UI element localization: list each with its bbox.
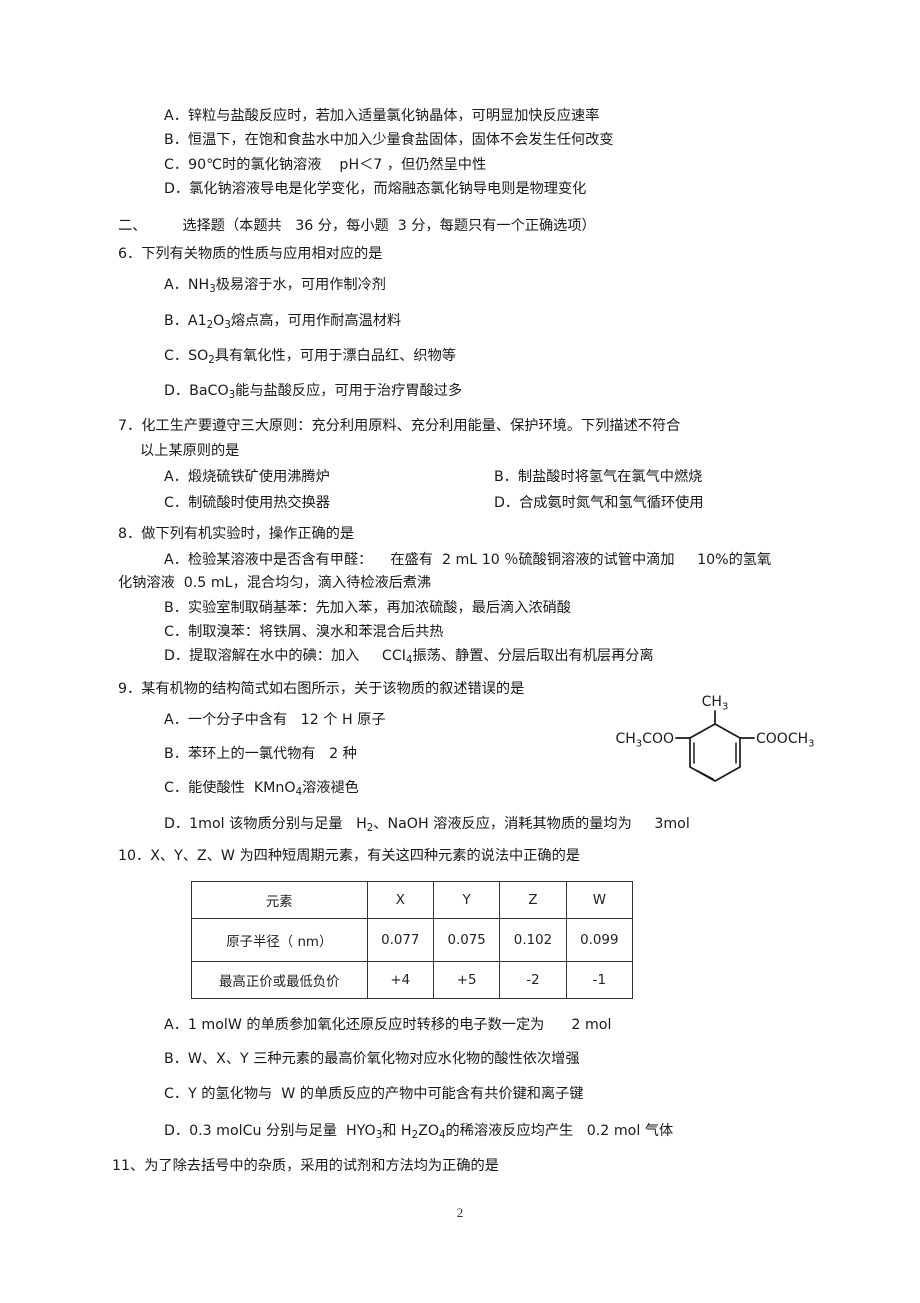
q9-option-d-suffix: 、NaOH 溶液反应，消耗其物质的量均为 3mol [373,815,690,832]
q8-stem: 8．做下列有机实验时，操作正确的是 [118,526,355,543]
q6-option-a-prefix: A．NH [164,277,210,294]
structure-top-label: CH3 [702,694,729,713]
q11-stem: 11、为了除去括号中的杂质，采用的试剂和方法均为正确的是 [112,1158,499,1175]
q9-option-d: D．1mol 该物质分别与足量 H2、NaOH 溶液反应，消耗其物质的量均为 3… [164,814,818,836]
q7-stem-line-1: 7．化工生产要遵守三大原则：充分利用原料、充分利用能量、保护环境。下列描述不符合 [118,418,681,435]
section-title: 选择题（本题共 36 分，每小题 3 分，每题只有一个正确选项） [182,218,596,235]
q10-option-d-middle-2: ZO [418,1122,440,1139]
cell-valence-x: +4 [366,961,434,1000]
table-header-element: 元素 [191,881,368,920]
q8-option-a-line-1: A．检验某溶液中是否含有甲醛： 在盛有 2 mL 10 ％硫酸铜溶液的试管中滴加… [164,551,772,568]
cell-valence-w: -1 [565,961,634,1000]
q8-option-a-line-2: 化钠溶液 0.5 mL，混合均匀，滴入待检液后煮沸 [118,574,432,591]
table-row: 最高正价或最低负价 +4 +5 -2 -1 [191,961,634,1000]
q8-option-b: B．实验室制取硝基苯：先加入苯，再加浓硫酸，最后滴入浓硝酸 [164,599,571,616]
q6-option-c-prefix: C．SO [164,347,209,364]
q10-option-b: B．W、X、Y 三种元素的最高价氧化物对应水化物的酸性依次增强 [164,1051,580,1068]
q8-option-d: D．提取溶解在水中的碘：加入 CCI4振荡、静置、分层后取出有机层再分离 [164,646,818,668]
table-header-row: 元素 X Y Z W [191,881,634,920]
q7-option-b: B．制盐酸时将氢气在氯气中燃烧 [494,468,703,485]
q6-option-d-prefix: D．BaCO [164,383,229,400]
row-label-atomic-radius: 原子半径（ nm） [191,918,368,963]
q10-stem: 10．X、Y、Z、W 为四种短周期元素，有关这四种元素的说法中正确的是 [118,847,580,864]
q5-option-b: B．恒温下，在饱和食盐水中加入少量食盐固体，固体不会发生任何改变 [164,132,614,149]
table-row: 原子半径（ nm） 0.077 0.075 0.102 0.099 [191,918,634,963]
structure-right-label: COOCH3 [756,731,815,750]
q6-option-b-suffix: 熔点高，可用作耐高温材料 [230,312,402,329]
element-table-wrapper: 元素 X Y Z W 原子半径（ nm） 0.077 0.075 0.102 0… [191,881,818,1000]
q7-options-row-1: A．煅烧硫铁矿使用沸腾炉 B．制盐酸时将氢气在氯气中燃烧 [164,467,818,488]
element-properties-table: 元素 X Y Z W 原子半径（ nm） 0.077 0.075 0.102 0… [191,881,634,1000]
q9-option-c-suffix: 溶液褪色 [302,780,359,797]
q6-option-b: B．A12O3熔点高，可用作耐高温材料 [164,311,818,333]
q7-stem-line-2: 以上某原则的是 [140,442,240,459]
cell-valence-y: +5 [432,961,501,1000]
organic-structure-figure: CH3 CH3COO COOCH3 [600,691,830,797]
cell-radius-z: 0.102 [499,918,567,963]
q10-option-c: C．Y 的氢化物与 W 的单质反应的产物中可能含有共价键和离子键 [164,1085,584,1102]
q10-option-d-middle-1: 和 H [382,1122,412,1139]
q6-option-d-suffix: 能与盐酸反应，可用于治疗胃酸过多 [235,383,463,400]
table-header-w: W [565,881,634,920]
page-content: A．锌粒与盐酸反应时，若加入适量氯化钠晶体，可明显加快反应速率 B．恒温下，在饱… [112,104,818,1180]
q8-option-c: C．制取溴苯：将铁屑、溴水和苯混合后共热 [164,624,444,641]
cell-radius-x: 0.077 [366,918,434,963]
table-header-y: Y [432,881,501,920]
cell-radius-w: 0.099 [565,918,634,963]
q7-option-c: C．制硫酸时使用热交换器 [164,495,330,512]
q6-option-c-suffix: 具有氧化性，可用于漂白品红、织物等 [214,347,456,364]
row-label-valence: 最高正价或最低负价 [191,961,368,1000]
q5-option-c: C．90℃时的氯化钠溶液 pH＜7 ，但仍然呈中性 [164,156,487,173]
q6-option-b-prefix: B．A1 [164,312,207,329]
table-header-z: Z [499,881,567,920]
q9-option-c-prefix: C．能使酸性 KMnO [164,780,296,797]
q6-option-b-middle: O [213,312,225,329]
cell-radius-y: 0.075 [432,918,501,963]
q6-stem: 6．下列有关物质的性质与应用相对应的是 [118,246,383,263]
structure-left-label: CH3COO [615,731,674,750]
q10-option-d: D．0.3 molCu 分别与足量 HYO3和 H2ZO4的稀溶液反应均产生 0… [164,1121,818,1143]
q6-option-d: D．BaCO3能与盐酸反应，可用于治疗胃酸过多 [164,381,818,403]
q7-option-a: A．煅烧硫铁矿使用沸腾炉 [164,468,330,485]
q5-option-d: D．氯化钠溶液导电是化学变化，而熔融态氯化钠导电则是物理变化 [164,180,587,197]
exam-page: A．锌粒与盐酸反应时，若加入适量氯化钠晶体，可明显加快反应速率 B．恒温下，在饱… [0,0,920,1303]
section-number: 二、 [118,218,147,235]
q6-option-c: C．SO2具有氧化性，可用于漂白品红、织物等 [164,346,818,368]
q10-option-d-prefix: D．0.3 molCu 分别与足量 HYO [164,1122,376,1139]
page-number: 2 [456,1205,464,1220]
q5-option-a: A．锌粒与盐酸反应时，若加入适量氯化钠晶体，可明显加快反应速率 [164,108,600,124]
q10-option-d-suffix: 的稀溶液反应均产生 0.2 mol 气体 [445,1122,674,1139]
cell-valence-z: -2 [499,961,567,1000]
table-header-x: X [366,881,434,920]
q7-options-row-2: C．制硫酸时使用热交换器 D．合成氨时氮气和氢气循环使用 [164,493,818,514]
q10-option-a: A．1 molW 的单质参加氧化还原反应时转移的电子数一定为 2 mol [164,1017,612,1034]
q9-block: 9．某有机物的结构简式如右图所示，关于该物质的叙述错误的是 CH3 CH3COO… [118,679,818,836]
q7-option-d: D．合成氨时氮气和氢气循环使用 [494,495,704,512]
q6-option-a: A．NH3极易溶于水，可用作制冷剂 [164,275,818,297]
q6-option-a-suffix: 极易溶于水，可用作制冷剂 [215,277,386,294]
q9-option-d-prefix: D．1mol 该物质分别与足量 H [164,815,367,832]
q8-option-d-suffix: 振荡、静置、分层后取出有机层再分离 [412,648,654,665]
section-heading: 二、 选择题（本题共 36 分，每小题 3 分，每题只有一个正确选项） [118,215,818,235]
q8-option-d-prefix: D．提取溶解在水中的碘：加入 CCI [164,648,406,665]
